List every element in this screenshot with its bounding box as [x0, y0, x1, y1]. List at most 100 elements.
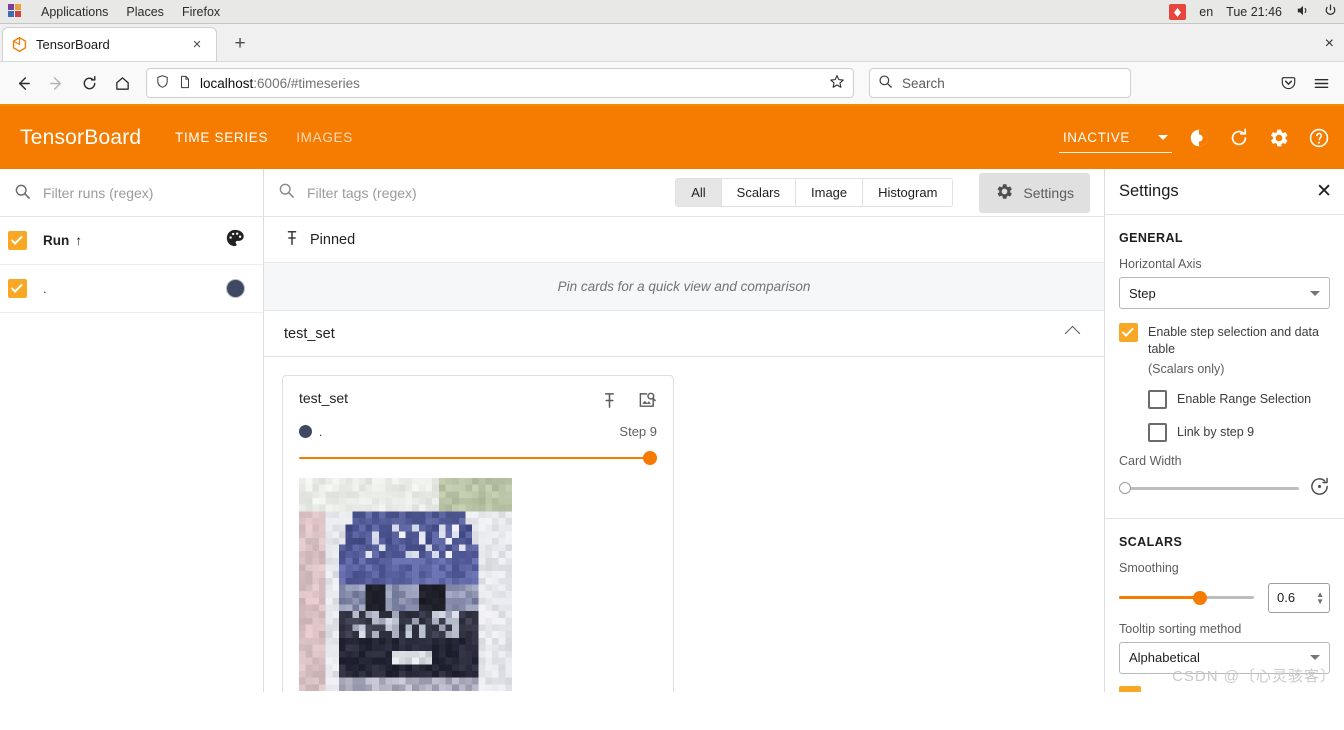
plugin-filter-all[interactable]: All — [676, 179, 721, 206]
link-by-step-row[interactable]: Link by step 9 — [1148, 422, 1330, 442]
close-icon[interactable]: ✕ — [1316, 180, 1332, 203]
tag-group-header[interactable]: test_set — [264, 311, 1104, 357]
spinner-icon[interactable]: ▲ ▼ — [1316, 590, 1324, 605]
settings-button[interactable]: Settings — [979, 172, 1090, 213]
chevron-down-icon — [1158, 135, 1168, 140]
runs-header-label[interactable]: Run ↑ — [43, 233, 209, 248]
smoothing-slider-thumb[interactable] — [1193, 590, 1207, 605]
run-color-swatch[interactable] — [226, 279, 245, 298]
shield-icon[interactable] — [155, 74, 170, 92]
step-selection-checkbox[interactable] — [1119, 323, 1138, 342]
step-selection-label: Enable step selection and data table — [1148, 325, 1319, 356]
smoothing-slider-fill — [1119, 596, 1200, 600]
pinned-section-header: Pinned — [264, 217, 1104, 263]
plugin-filter-histogram[interactable]: Histogram — [862, 179, 952, 206]
menu-icon[interactable] — [1306, 68, 1336, 98]
settings-panel-header: Settings ✕ — [1105, 169, 1344, 215]
run-label: . — [43, 281, 47, 296]
run-row[interactable]: . — [0, 265, 263, 313]
browser-search-bar[interactable]: Search — [869, 68, 1131, 98]
tag-filter-input[interactable]: Filter tags (regex) — [307, 185, 663, 201]
cards-area: test_set . Step 9 — [264, 357, 1104, 692]
smoothing-row: 0.6 ▲ ▼ — [1119, 582, 1330, 613]
back-icon[interactable] — [8, 68, 38, 98]
plugin-filter-image[interactable]: Image — [795, 179, 862, 206]
dark-mode-icon[interactable] — [1186, 125, 1212, 151]
keyboard-layout-label[interactable]: en — [1199, 5, 1213, 19]
reload-data-icon[interactable] — [1226, 125, 1252, 151]
power-icon[interactable] — [1323, 3, 1338, 21]
status-label: INACTIVE — [1062, 130, 1130, 145]
chevron-up-icon[interactable] — [1064, 325, 1081, 342]
settings-gear-icon[interactable] — [1266, 125, 1292, 151]
smoothing-label: Smoothing — [1119, 560, 1179, 575]
horizontal-axis-select[interactable]: Step — [1119, 277, 1330, 309]
scalars-section-title: SCALARS — [1119, 534, 1183, 549]
page-info-icon[interactable] — [178, 75, 192, 92]
tag-filter-bar: Filter tags (regex) All Scalars Image Hi… — [264, 169, 1104, 217]
runs-column-header: Run ↑ — [0, 217, 263, 265]
settings-button-label: Settings — [1023, 184, 1074, 201]
link-by-step-label: Link by step 9 — [1177, 424, 1255, 439]
url-text[interactable]: localhost:6006/#timeseries — [200, 76, 821, 91]
image-zoom-icon[interactable] — [638, 391, 657, 415]
pinned-label: Pinned — [310, 231, 356, 248]
tooltip-sorting-select[interactable]: Alphabetical — [1119, 641, 1330, 674]
image-preview[interactable] — [299, 478, 512, 691]
step-slider[interactable] — [299, 450, 657, 466]
pin-icon[interactable] — [601, 392, 618, 414]
select-all-runs-checkbox[interactable] — [8, 231, 27, 250]
color-palette-icon[interactable] — [225, 228, 245, 253]
os-menu-firefox[interactable]: Firefox — [182, 5, 220, 19]
step-slider-thumb[interactable] — [643, 451, 657, 465]
os-clock[interactable]: Tue 21:46 — [1226, 5, 1282, 19]
step-slider-track — [299, 456, 657, 460]
os-menu-places[interactable]: Places — [126, 5, 164, 19]
close-tab-icon[interactable]: × — [186, 34, 208, 56]
range-selection-row[interactable]: Enable Range Selection — [1148, 389, 1330, 409]
gear-icon — [995, 182, 1014, 204]
tab-time-series[interactable]: TIME SERIES — [172, 106, 271, 169]
tooltip-sorting-value: Alphabetical — [1129, 650, 1200, 666]
browser-nav-bar: localhost:6006/#timeseries Search — [0, 62, 1344, 106]
card-title: test_set — [299, 390, 349, 406]
runs-filter-input[interactable]: Filter runs (regex) — [0, 169, 263, 217]
url-bar[interactable]: localhost:6006/#timeseries — [146, 68, 854, 98]
step-selection-row[interactable]: Enable step selection and data table — [1119, 323, 1330, 358]
reload-icon[interactable] — [74, 68, 104, 98]
legend-color-dot — [299, 425, 312, 438]
link-by-step-checkbox[interactable] — [1148, 422, 1167, 442]
runs-filter-placeholder: Filter runs (regex) — [43, 184, 154, 201]
range-selection-checkbox[interactable] — [1148, 389, 1167, 409]
browser-tab-tensorboard[interactable]: TensorBoard × — [2, 27, 217, 61]
reload-status-dropdown[interactable]: INACTIVE — [1058, 130, 1172, 153]
plugin-filter-scalars[interactable]: Scalars — [720, 179, 795, 206]
card-width-slider[interactable] — [1119, 482, 1299, 495]
bookmark-star-icon[interactable] — [829, 74, 845, 93]
pocket-icon[interactable] — [1273, 68, 1303, 98]
window-close-button[interactable]: × — [1325, 35, 1334, 53]
volume-icon[interactable] — [1295, 3, 1310, 21]
smoothing-slider[interactable] — [1119, 590, 1254, 605]
run-checkbox[interactable] — [8, 279, 27, 298]
horizontal-axis-value: Step — [1129, 285, 1156, 301]
smoothing-input[interactable]: 0.6 ▲ ▼ — [1268, 582, 1330, 613]
input-method-icon[interactable] — [1169, 4, 1187, 20]
os-menu-applications[interactable]: Applications — [41, 5, 108, 19]
pin-icon — [284, 230, 300, 250]
home-icon[interactable] — [107, 68, 137, 98]
reset-icon[interactable] — [1309, 476, 1330, 502]
forward-icon[interactable] — [41, 68, 71, 98]
tensorboard-brand[interactable]: TensorBoard — [0, 126, 150, 150]
partial-checkbox-below-fold[interactable] — [1119, 686, 1141, 692]
image-card: test_set . Step 9 — [282, 375, 674, 692]
general-section-title: GENERAL — [1119, 231, 1183, 245]
tensorboard-header: TensorBoard TIME SERIES IMAGES INACTIVE — [0, 106, 1344, 169]
search-icon — [278, 182, 295, 204]
os-top-bar: Applications Places Firefox en Tue 21:46 — [0, 0, 1344, 24]
help-icon[interactable] — [1306, 125, 1332, 151]
smoothing-value: 0.6 — [1277, 590, 1296, 606]
card-width-slider-thumb[interactable] — [1119, 482, 1131, 495]
tab-images[interactable]: IMAGES — [293, 106, 356, 169]
new-tab-button[interactable]: + — [229, 33, 251, 55]
